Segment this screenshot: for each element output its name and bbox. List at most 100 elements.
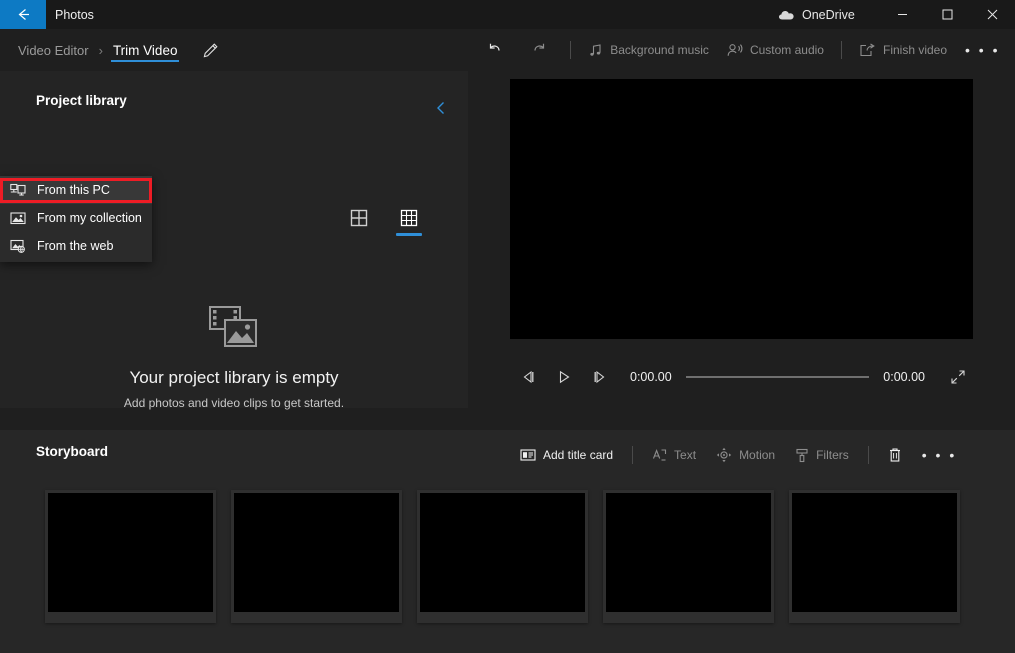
menu-item-from-my-collection[interactable]: From my collection bbox=[0, 204, 152, 232]
motion-button[interactable]: Motion bbox=[706, 441, 785, 469]
toolbar-separator-2 bbox=[840, 41, 842, 59]
view-mode-large-underline bbox=[346, 233, 372, 236]
storyboard-clip[interactable] bbox=[417, 490, 588, 623]
video-preview-stage[interactable] bbox=[510, 79, 973, 339]
photo-icon bbox=[10, 211, 26, 225]
pc-icon bbox=[10, 183, 26, 197]
storyboard-overflow-dots-icon: • • • bbox=[921, 447, 957, 463]
onedrive-status[interactable]: OneDrive bbox=[778, 0, 855, 29]
motion-icon bbox=[716, 447, 732, 463]
overflow-dots-icon: • • • bbox=[965, 42, 1000, 58]
export-icon bbox=[859, 43, 876, 58]
clip-thumbnail bbox=[48, 493, 213, 612]
title-card-icon bbox=[520, 448, 536, 462]
back-arrow-icon bbox=[15, 6, 32, 23]
menu-item-from-this-pc-label: From this PC bbox=[37, 183, 110, 197]
current-time: 0:00.00 bbox=[630, 370, 672, 384]
view-mode-small-grid[interactable] bbox=[395, 209, 423, 236]
delete-clip-button[interactable] bbox=[878, 441, 912, 469]
add-title-card-button[interactable]: Add title card bbox=[510, 441, 623, 469]
redo-button[interactable] bbox=[517, 35, 562, 65]
text-button[interactable]: Text bbox=[642, 441, 706, 469]
undo-button[interactable] bbox=[472, 35, 517, 65]
web-photo-icon bbox=[10, 239, 26, 253]
storyboard-clip-track bbox=[0, 490, 1015, 650]
next-frame-button[interactable] bbox=[582, 362, 618, 392]
background-music-button[interactable]: Background music bbox=[579, 35, 718, 65]
clip-thumbnail bbox=[792, 493, 957, 612]
previous-frame-button[interactable] bbox=[510, 362, 546, 392]
custom-audio-button[interactable]: Custom audio bbox=[718, 35, 833, 65]
window-controls bbox=[880, 0, 1015, 29]
command-bar-actions: Background music Custom audio Finish vid… bbox=[472, 29, 1009, 71]
scrub-bar[interactable] bbox=[685, 376, 870, 378]
redo-icon bbox=[531, 42, 548, 59]
view-mode-small-underline bbox=[396, 233, 422, 236]
cloud-icon bbox=[778, 9, 795, 21]
toolbar-separator-1 bbox=[570, 41, 572, 59]
breadcrumb-trim-video-label: Trim Video bbox=[112, 42, 178, 58]
fullscreen-button[interactable] bbox=[943, 362, 973, 392]
menu-item-from-the-web-label: From the web bbox=[37, 239, 114, 253]
finish-video-button[interactable]: Finish video bbox=[850, 35, 956, 65]
storyboard-clip[interactable] bbox=[231, 490, 402, 623]
view-mode-large-grid[interactable] bbox=[345, 209, 373, 236]
text-icon bbox=[652, 448, 667, 462]
finish-video-label: Finish video bbox=[882, 43, 948, 57]
video-preview-panel: 0:00.00 0:00.00 bbox=[468, 71, 1015, 408]
rename-project-button[interactable] bbox=[195, 35, 225, 65]
breadcrumb-video-editor[interactable]: Video Editor bbox=[12, 43, 95, 58]
active-tab-underline bbox=[110, 60, 180, 62]
title-bar: Photos OneDrive bbox=[0, 0, 1015, 29]
breadcrumb-trim-video[interactable]: Trim Video bbox=[107, 29, 184, 71]
grid-large-icon bbox=[350, 209, 368, 227]
music-note-icon bbox=[588, 43, 603, 58]
breadcrumb-separator: › bbox=[98, 42, 103, 58]
storyboard-separator-1 bbox=[632, 446, 634, 464]
add-title-card-label: Add title card bbox=[543, 448, 614, 462]
app-title: Photos bbox=[55, 7, 94, 22]
play-icon bbox=[556, 370, 572, 384]
maximize-button[interactable] bbox=[925, 0, 970, 29]
filters-button[interactable]: Filters bbox=[785, 441, 859, 469]
project-library-title: Project library bbox=[36, 93, 127, 108]
person-audio-icon bbox=[727, 43, 743, 58]
pencil-icon bbox=[202, 42, 219, 59]
storyboard-clip[interactable] bbox=[603, 490, 774, 623]
storyboard-clip[interactable] bbox=[45, 490, 216, 623]
minimize-button[interactable] bbox=[880, 0, 925, 29]
motion-label: Motion bbox=[739, 448, 776, 462]
empty-library-subtitle: Add photos and video clips to get starte… bbox=[123, 396, 345, 410]
filters-label: Filters bbox=[816, 448, 849, 462]
grid-small-icon bbox=[400, 209, 418, 227]
expand-icon bbox=[950, 369, 966, 385]
play-button[interactable] bbox=[546, 362, 582, 392]
menu-item-from-the-web[interactable]: From the web bbox=[0, 232, 152, 260]
clip-thumbnail bbox=[420, 493, 585, 612]
breadcrumb: Video Editor › Trim Video bbox=[12, 29, 225, 71]
empty-library-state: Your project library is empty Add photos… bbox=[0, 303, 468, 410]
more-options-button[interactable]: • • • bbox=[956, 35, 1009, 65]
back-button[interactable] bbox=[0, 0, 46, 29]
storyboard-title: Storyboard bbox=[36, 444, 109, 459]
menu-item-from-this-pc[interactable]: From this PC bbox=[0, 176, 152, 204]
storyboard-separator-2 bbox=[867, 446, 869, 464]
filters-icon bbox=[795, 448, 809, 463]
background-music-label: Background music bbox=[610, 43, 709, 57]
storyboard-toolbar: Add title card Text Motion Filters • • • bbox=[510, 436, 967, 474]
photo-video-placeholder-icon bbox=[208, 303, 260, 351]
clip-thumbnail bbox=[606, 493, 771, 612]
add-dropdown-menu: From this PC From my collection From the… bbox=[0, 176, 152, 262]
previous-frame-icon bbox=[520, 370, 536, 384]
view-mode-toggles bbox=[345, 209, 423, 236]
storyboard-more-button[interactable]: • • • bbox=[912, 441, 967, 469]
command-bar: Video Editor › Trim Video Background mus… bbox=[0, 29, 1015, 71]
storyboard-clip[interactable] bbox=[789, 490, 960, 623]
empty-library-title: Your project library is empty bbox=[129, 368, 339, 387]
undo-icon bbox=[486, 42, 503, 59]
collapse-library-button[interactable] bbox=[424, 91, 458, 125]
next-frame-icon bbox=[592, 370, 608, 384]
close-button[interactable] bbox=[970, 0, 1015, 29]
clip-thumbnail bbox=[234, 493, 399, 612]
total-time: 0:00.00 bbox=[883, 370, 925, 384]
